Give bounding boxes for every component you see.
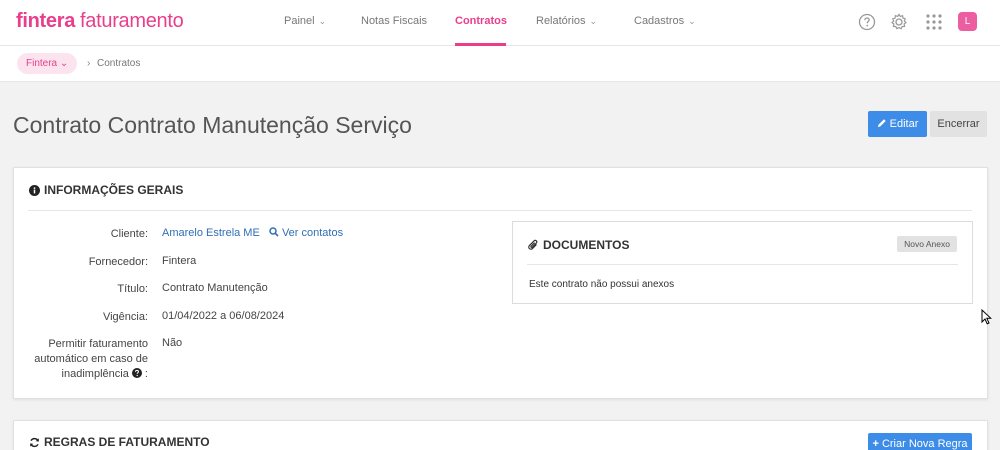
autobill-value: Não	[162, 337, 183, 349]
search-icon	[269, 227, 279, 237]
logo-brand: fintera	[16, 10, 76, 32]
autobill-label-line1: Permitir faturamento	[48, 338, 148, 350]
close-contract-button[interactable]: Encerrar	[930, 111, 987, 137]
nav-relatorios-label: Relatórios	[536, 15, 586, 27]
logo-product: faturamento	[80, 10, 184, 32]
nav-painel-label: Painel	[284, 15, 315, 27]
paperclip-icon	[528, 239, 538, 250]
nav-cadastros-label: Cadastros	[634, 15, 685, 27]
help-icon[interactable]	[858, 13, 876, 31]
chevron-down-icon: ⌄	[318, 16, 327, 26]
billing-rules-heading-text: REGRAS DE FATURAMENTO	[44, 435, 210, 449]
client-link[interactable]: Amarelo Estrela ME	[162, 227, 260, 239]
client-value-row: Amarelo Estrela ME Ver contatos	[162, 227, 343, 239]
close-contract-label: Encerrar	[937, 118, 980, 130]
autobill-label-line2: automático em caso de	[34, 353, 148, 365]
pencil-icon	[877, 119, 886, 127]
supplier-value: Fintera	[162, 255, 197, 267]
period-value: 01/04/2022 a 06/08/2024	[162, 310, 285, 322]
nav-cadastros[interactable]: Cadastros ⌄	[634, 15, 696, 27]
top-navbar: fintera faturamento Painel ⌄ Notas Fiscais…	[0, 0, 1000, 46]
billing-rules-heading: REGRAS DE FATURAMENTO	[29, 435, 210, 449]
view-contacts-label: Ver contatos	[281, 227, 344, 239]
info-icon	[29, 185, 40, 196]
documents-heading-text: DOCUMENTOS	[543, 238, 630, 252]
general-info-heading-text: INFORMAÇÕES GERAIS	[44, 183, 184, 197]
page-title: Contrato Contrato Manutenção Serviço	[13, 112, 412, 138]
plus-icon: +	[872, 438, 879, 450]
nav-notas-label: Notas Fiscais	[361, 15, 428, 27]
divider	[28, 210, 972, 211]
edit-button[interactable]: Editar	[868, 111, 927, 137]
title-label: Título:	[117, 283, 148, 295]
period-label: Vigência:	[102, 311, 148, 323]
create-rule-button[interactable]: + Criar Nova Regra	[868, 433, 972, 450]
nav-notas-fiscais[interactable]: Notas Fiscais	[361, 15, 427, 27]
gear-icon[interactable]	[890, 13, 908, 31]
breadcrumb-separator-icon: ›	[87, 58, 91, 69]
nav-painel[interactable]: Painel ⌄	[284, 15, 326, 27]
nav-contratos-label: Contratos	[455, 15, 507, 27]
nav-contratos[interactable]: Contratos	[455, 15, 507, 27]
supplier-label: Fornecedor:	[88, 256, 148, 268]
breadcrumb-company-selector[interactable]: Fintera ⌄	[17, 53, 78, 74]
chevron-down-icon: ⌄	[688, 16, 696, 26]
documents-panel	[512, 221, 973, 304]
general-info-heading: INFORMAÇÕES GERAIS	[29, 183, 183, 197]
refresh-icon	[30, 437, 39, 448]
divider	[527, 264, 958, 265]
autobill-label-line3: inadimplência	[61, 368, 129, 380]
edit-button-label: Editar	[889, 118, 919, 130]
user-avatar[interactable]: L	[958, 12, 977, 31]
title-value: Contrato Manutenção	[162, 282, 268, 294]
breadcrumb-current[interactable]: Contratos	[97, 58, 140, 69]
app-logo[interactable]: fintera faturamento	[16, 10, 184, 33]
client-label: Cliente:	[110, 228, 148, 240]
chevron-down-icon: ⌄	[589, 16, 598, 26]
nav-relatorios[interactable]: Relatórios ⌄	[536, 15, 597, 27]
mouse-cursor-icon	[981, 309, 992, 325]
create-rule-label: Criar Nova Regra	[881, 438, 968, 450]
breadcrumb-root: Fintera	[26, 58, 58, 69]
view-contacts-link[interactable]: Ver contatos	[269, 227, 343, 239]
breadcrumb: Fintera ⌄ › Contratos	[0, 46, 1000, 82]
chevron-down-icon: ⌄	[59, 58, 69, 69]
no-attachments-text: Este contrato não possui anexos	[529, 279, 675, 290]
new-attachment-button[interactable]: Novo Anexo	[897, 236, 957, 252]
documents-heading: DOCUMENTOS	[528, 238, 629, 252]
autobill-label: Permitir faturamento automático em caso …	[8, 337, 148, 382]
help-icon[interactable]	[131, 368, 142, 378]
apps-grid-icon[interactable]	[925, 13, 943, 31]
